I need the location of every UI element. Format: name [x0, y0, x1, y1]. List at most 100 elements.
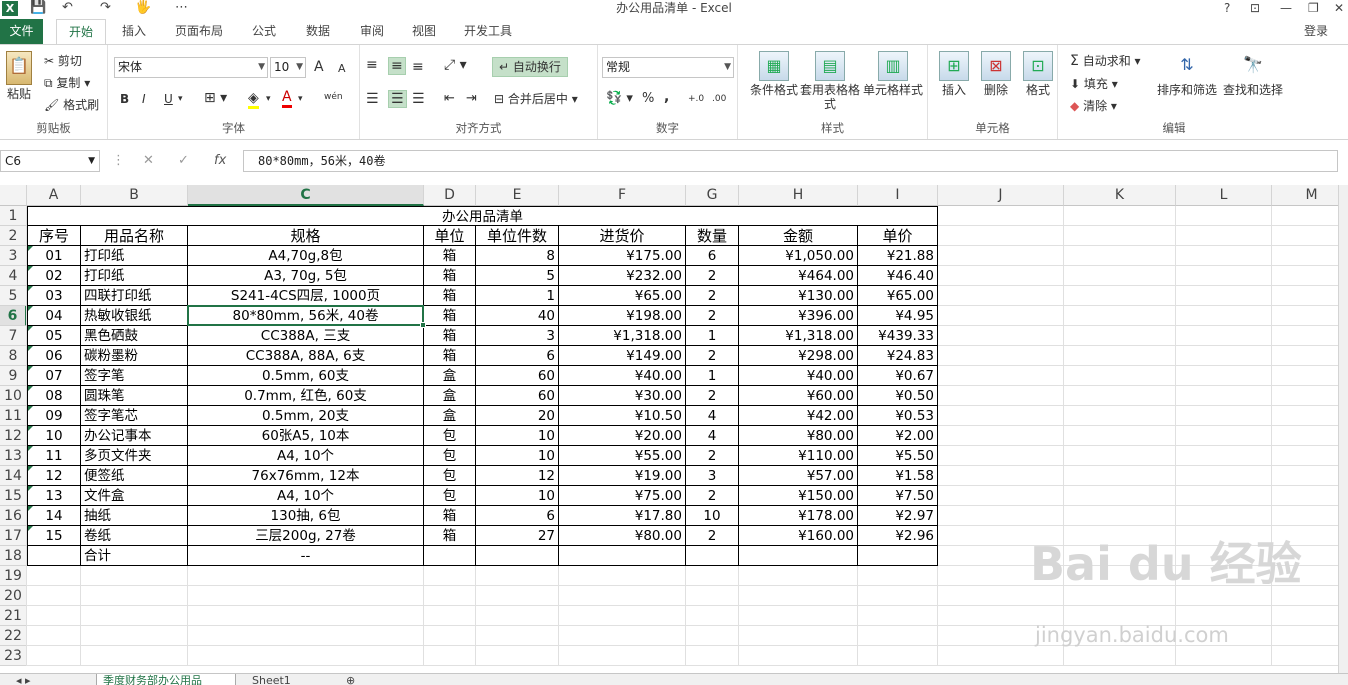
table-cell[interactable]: 2 — [686, 526, 739, 546]
phonetic-button[interactable]: wén — [324, 89, 343, 105]
table-cell[interactable]: ¥0.67 — [858, 366, 938, 386]
row-header[interactable]: 15 — [0, 486, 27, 506]
table-cell[interactable] — [27, 546, 81, 566]
table-cell[interactable]: 四联打印纸 — [81, 286, 188, 306]
table-cell[interactable]: 文件盒 — [81, 486, 188, 506]
table-cell[interactable]: 4 — [686, 426, 739, 446]
column-header[interactable]: L — [1176, 185, 1272, 206]
table-cell[interactable]: 1 — [686, 366, 739, 386]
table-cell[interactable]: A4, 10个 — [188, 486, 424, 506]
increase-decimal-icon[interactable]: +.0 — [688, 91, 704, 107]
worksheet-grid[interactable]: A B C D E F G H I J K L M 1 2 3 4 5 6 7 8 9 10 11 12 13 14 15 16 17 18… — [0, 185, 1338, 673]
sort-filter-button[interactable]: ⇅ 排序和筛选 — [1156, 51, 1218, 97]
table-cell[interactable]: 130抽, 6包 — [188, 506, 424, 526]
table-cell[interactable]: 02 — [27, 266, 81, 286]
header-cell[interactable]: 规格 — [188, 226, 424, 246]
name-box[interactable]: C6 ▼ — [0, 150, 100, 172]
table-cell[interactable]: ¥40.00 — [739, 366, 858, 386]
table-cell[interactable]: ¥4.95 — [858, 306, 938, 326]
sheet-title-cell[interactable]: 办公用品清单 — [27, 206, 938, 226]
fill-color-dropdown[interactable]: ▾ — [266, 91, 271, 107]
table-cell[interactable]: ¥0.53 — [858, 406, 938, 426]
table-cell[interactable]: ¥24.83 — [858, 346, 938, 366]
row-header[interactable]: 10 — [0, 386, 27, 406]
table-cell[interactable]: 包 — [424, 426, 476, 446]
table-cell[interactable]: 13 — [27, 486, 81, 506]
table-cell[interactable]: 6 — [476, 506, 559, 526]
table-cell[interactable]: 3 — [686, 466, 739, 486]
row-header[interactable]: 16 — [0, 506, 27, 526]
tab-developer[interactable]: 开发工具 — [455, 19, 521, 44]
row-header[interactable]: 9 — [0, 366, 27, 386]
table-cell[interactable]: A4,70g,8包 — [188, 246, 424, 266]
find-select-button[interactable]: 🔭 查找和选择 — [1222, 51, 1284, 97]
table-cell[interactable]: 10 — [686, 506, 739, 526]
tab-insert[interactable]: 插入 — [112, 19, 156, 44]
align-top-icon[interactable]: ≡ — [366, 57, 378, 73]
align-right-icon[interactable]: ☰ — [412, 91, 425, 107]
delete-cells-button[interactable]: ⊠ 删除 — [976, 51, 1016, 97]
table-cell[interactable]: ¥2.96 — [858, 526, 938, 546]
column-header[interactable]: F — [559, 185, 686, 206]
table-cell[interactable]: 箱 — [424, 246, 476, 266]
table-cell[interactable]: 盒 — [424, 406, 476, 426]
table-cell[interactable]: ¥149.00 — [559, 346, 686, 366]
table-cell[interactable]: 2 — [686, 266, 739, 286]
number-format-select[interactable]: 常规 ▼ — [602, 57, 734, 78]
table-cell[interactable]: ¥65.00 — [559, 286, 686, 306]
border-icon[interactable]: ⊞ ▾ — [204, 90, 227, 106]
table-cell[interactable]: 三层200g, 27卷 — [188, 526, 424, 546]
tab-file[interactable]: 文件 — [0, 19, 43, 44]
table-cell[interactable]: 2 — [686, 386, 739, 406]
underline-button[interactable]: U — [164, 91, 173, 107]
table-cell[interactable]: 0.5mm, 20支 — [188, 406, 424, 426]
comma-button[interactable]: , — [664, 89, 669, 105]
font-size-select[interactable]: 10 ▼ — [270, 57, 306, 78]
table-cell[interactable]: ¥5.50 — [858, 446, 938, 466]
table-cell[interactable]: ¥2.97 — [858, 506, 938, 526]
table-cell[interactable]: 05 — [27, 326, 81, 346]
format-as-table-button[interactable]: ▤ 套用表格格式 — [800, 51, 860, 111]
table-cell[interactable]: ¥60.00 — [739, 386, 858, 406]
fill-button[interactable]: ⬇ 填充 ▾ — [1070, 76, 1118, 92]
table-cell[interactable]: ¥40.00 — [559, 366, 686, 386]
table-cell[interactable]: 5 — [476, 266, 559, 286]
table-cell[interactable]: ¥65.00 — [858, 286, 938, 306]
column-header[interactable]: B — [81, 185, 188, 206]
table-cell[interactable]: ¥2.00 — [858, 426, 938, 446]
row-header[interactable]: 14 — [0, 466, 27, 486]
format-painter-button[interactable]: 🖌 格式刷 — [44, 97, 99, 113]
enter-icon[interactable]: ✓ — [178, 150, 189, 172]
table-cell[interactable]: 60 — [476, 366, 559, 386]
row-header[interactable]: 19 — [0, 566, 27, 586]
row-header[interactable]: 5 — [0, 286, 27, 306]
table-cell[interactable]: 40 — [476, 306, 559, 326]
table-cell[interactable]: 10 — [476, 426, 559, 446]
table-cell[interactable]: ¥178.00 — [739, 506, 858, 526]
align-middle-icon[interactable]: ≡ — [388, 57, 406, 75]
header-cell[interactable]: 进货价 — [559, 226, 686, 246]
conditional-format-button[interactable]: ▦ 条件格式 — [744, 51, 804, 97]
table-cell[interactable]: 2 — [686, 486, 739, 506]
cell-styles-button[interactable]: ▥ 单元格样式 — [858, 51, 928, 97]
table-cell[interactable]: 11 — [27, 446, 81, 466]
table-cell[interactable]: ¥160.00 — [739, 526, 858, 546]
table-cell[interactable]: 04 — [27, 306, 81, 326]
orientation-icon[interactable]: ⤢ ▾ — [444, 57, 467, 73]
table-cell[interactable]: ¥396.00 — [739, 306, 858, 326]
table-cell[interactable]: 20 — [476, 406, 559, 426]
bold-button[interactable]: B — [120, 91, 129, 107]
table-cell[interactable]: ¥1,318.00 — [559, 326, 686, 346]
table-cell[interactable]: 6 — [476, 346, 559, 366]
table-cell[interactable]: 包 — [424, 486, 476, 506]
table-cell[interactable]: 0.7mm, 红色, 60支 — [188, 386, 424, 406]
column-header[interactable]: H — [739, 185, 858, 206]
table-cell[interactable]: ¥232.00 — [559, 266, 686, 286]
row-header[interactable]: 18 — [0, 546, 27, 566]
table-cell[interactable]: 6 — [686, 246, 739, 266]
header-cell[interactable]: 单位件数 — [476, 226, 559, 246]
table-cell[interactable]: 03 — [27, 286, 81, 306]
shrink-font-button[interactable]: A — [338, 61, 346, 77]
table-cell[interactable]: A4, 10个 — [188, 446, 424, 466]
column-header[interactable]: D — [424, 185, 476, 206]
